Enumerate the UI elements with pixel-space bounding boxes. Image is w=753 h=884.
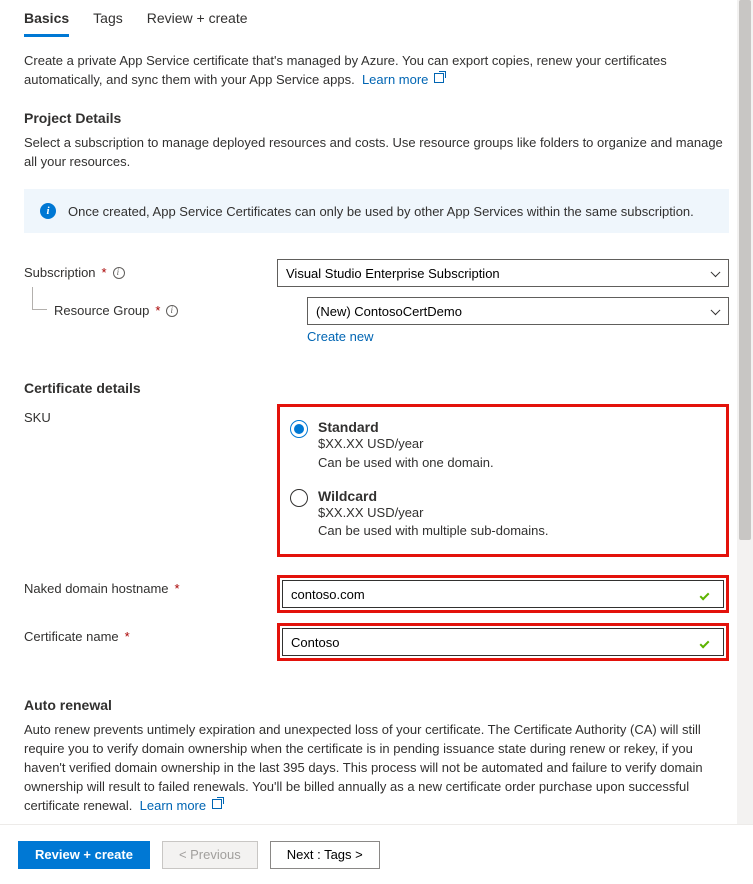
footer-toolbar: Review + create < Previous Next : Tags > [0,824,753,884]
tab-bar: Basics Tags Review + create [24,0,729,38]
project-details-desc: Select a subscription to manage deployed… [24,134,729,172]
tab-tags[interactable]: Tags [93,10,123,37]
sku-options-highlight: Standard $XX.XX USD/year Can be used wit… [277,404,729,557]
sku-wildcard-radio[interactable] [290,489,308,507]
sku-wildcard-option[interactable]: Wildcard $XX.XX USD/year Can be used wit… [318,488,549,540]
next-tags-button[interactable]: Next : Tags > [270,841,380,869]
subscription-select[interactable] [277,259,729,287]
certname-label: Certificate name* [24,623,277,644]
resource-group-select[interactable] [307,297,729,325]
info-tooltip-icon[interactable] [113,267,125,279]
resource-group-label: Resource Group* [54,297,307,318]
sku-label: SKU [24,404,277,425]
project-details-heading: Project Details [24,110,729,126]
certname-input[interactable] [282,628,724,656]
learn-more-link-auto[interactable]: Learn more [140,798,222,813]
tab-review-create[interactable]: Review + create [147,10,248,37]
certname-highlight [277,623,729,661]
auto-renewal-heading: Auto renewal [24,697,729,713]
intro-text: Create a private App Service certificate… [24,52,729,90]
external-link-icon [434,73,444,83]
info-icon: i [40,203,56,219]
info-banner-text: Once created, App Service Certificates c… [68,204,694,219]
sku-standard-option[interactable]: Standard $XX.XX USD/year Can be used wit… [318,419,494,471]
learn-more-link[interactable]: Learn more [362,72,444,87]
review-create-button[interactable]: Review + create [18,841,150,869]
hostname-highlight [277,575,729,613]
info-banner: i Once created, App Service Certificates… [24,189,729,233]
sku-standard-radio[interactable] [290,420,308,438]
hostname-input[interactable] [282,580,724,608]
scrollbar-thumb[interactable] [739,0,751,540]
vertical-scrollbar[interactable] [737,0,753,824]
subscription-label: Subscription* [24,259,277,280]
certificate-details-heading: Certificate details [24,380,729,396]
valid-check-icon [700,587,714,601]
previous-button: < Previous [162,841,258,869]
intro-body: Create a private App Service certificate… [24,53,667,87]
auto-renewal-desc: Auto renew prevents untimely expiration … [24,721,729,815]
create-new-link[interactable]: Create new [307,329,729,344]
tab-basics[interactable]: Basics [24,10,69,37]
info-tooltip-icon[interactable] [166,305,178,317]
external-link-icon [212,799,222,809]
valid-check-icon [700,635,714,649]
hostname-label: Naked domain hostname* [24,575,277,596]
